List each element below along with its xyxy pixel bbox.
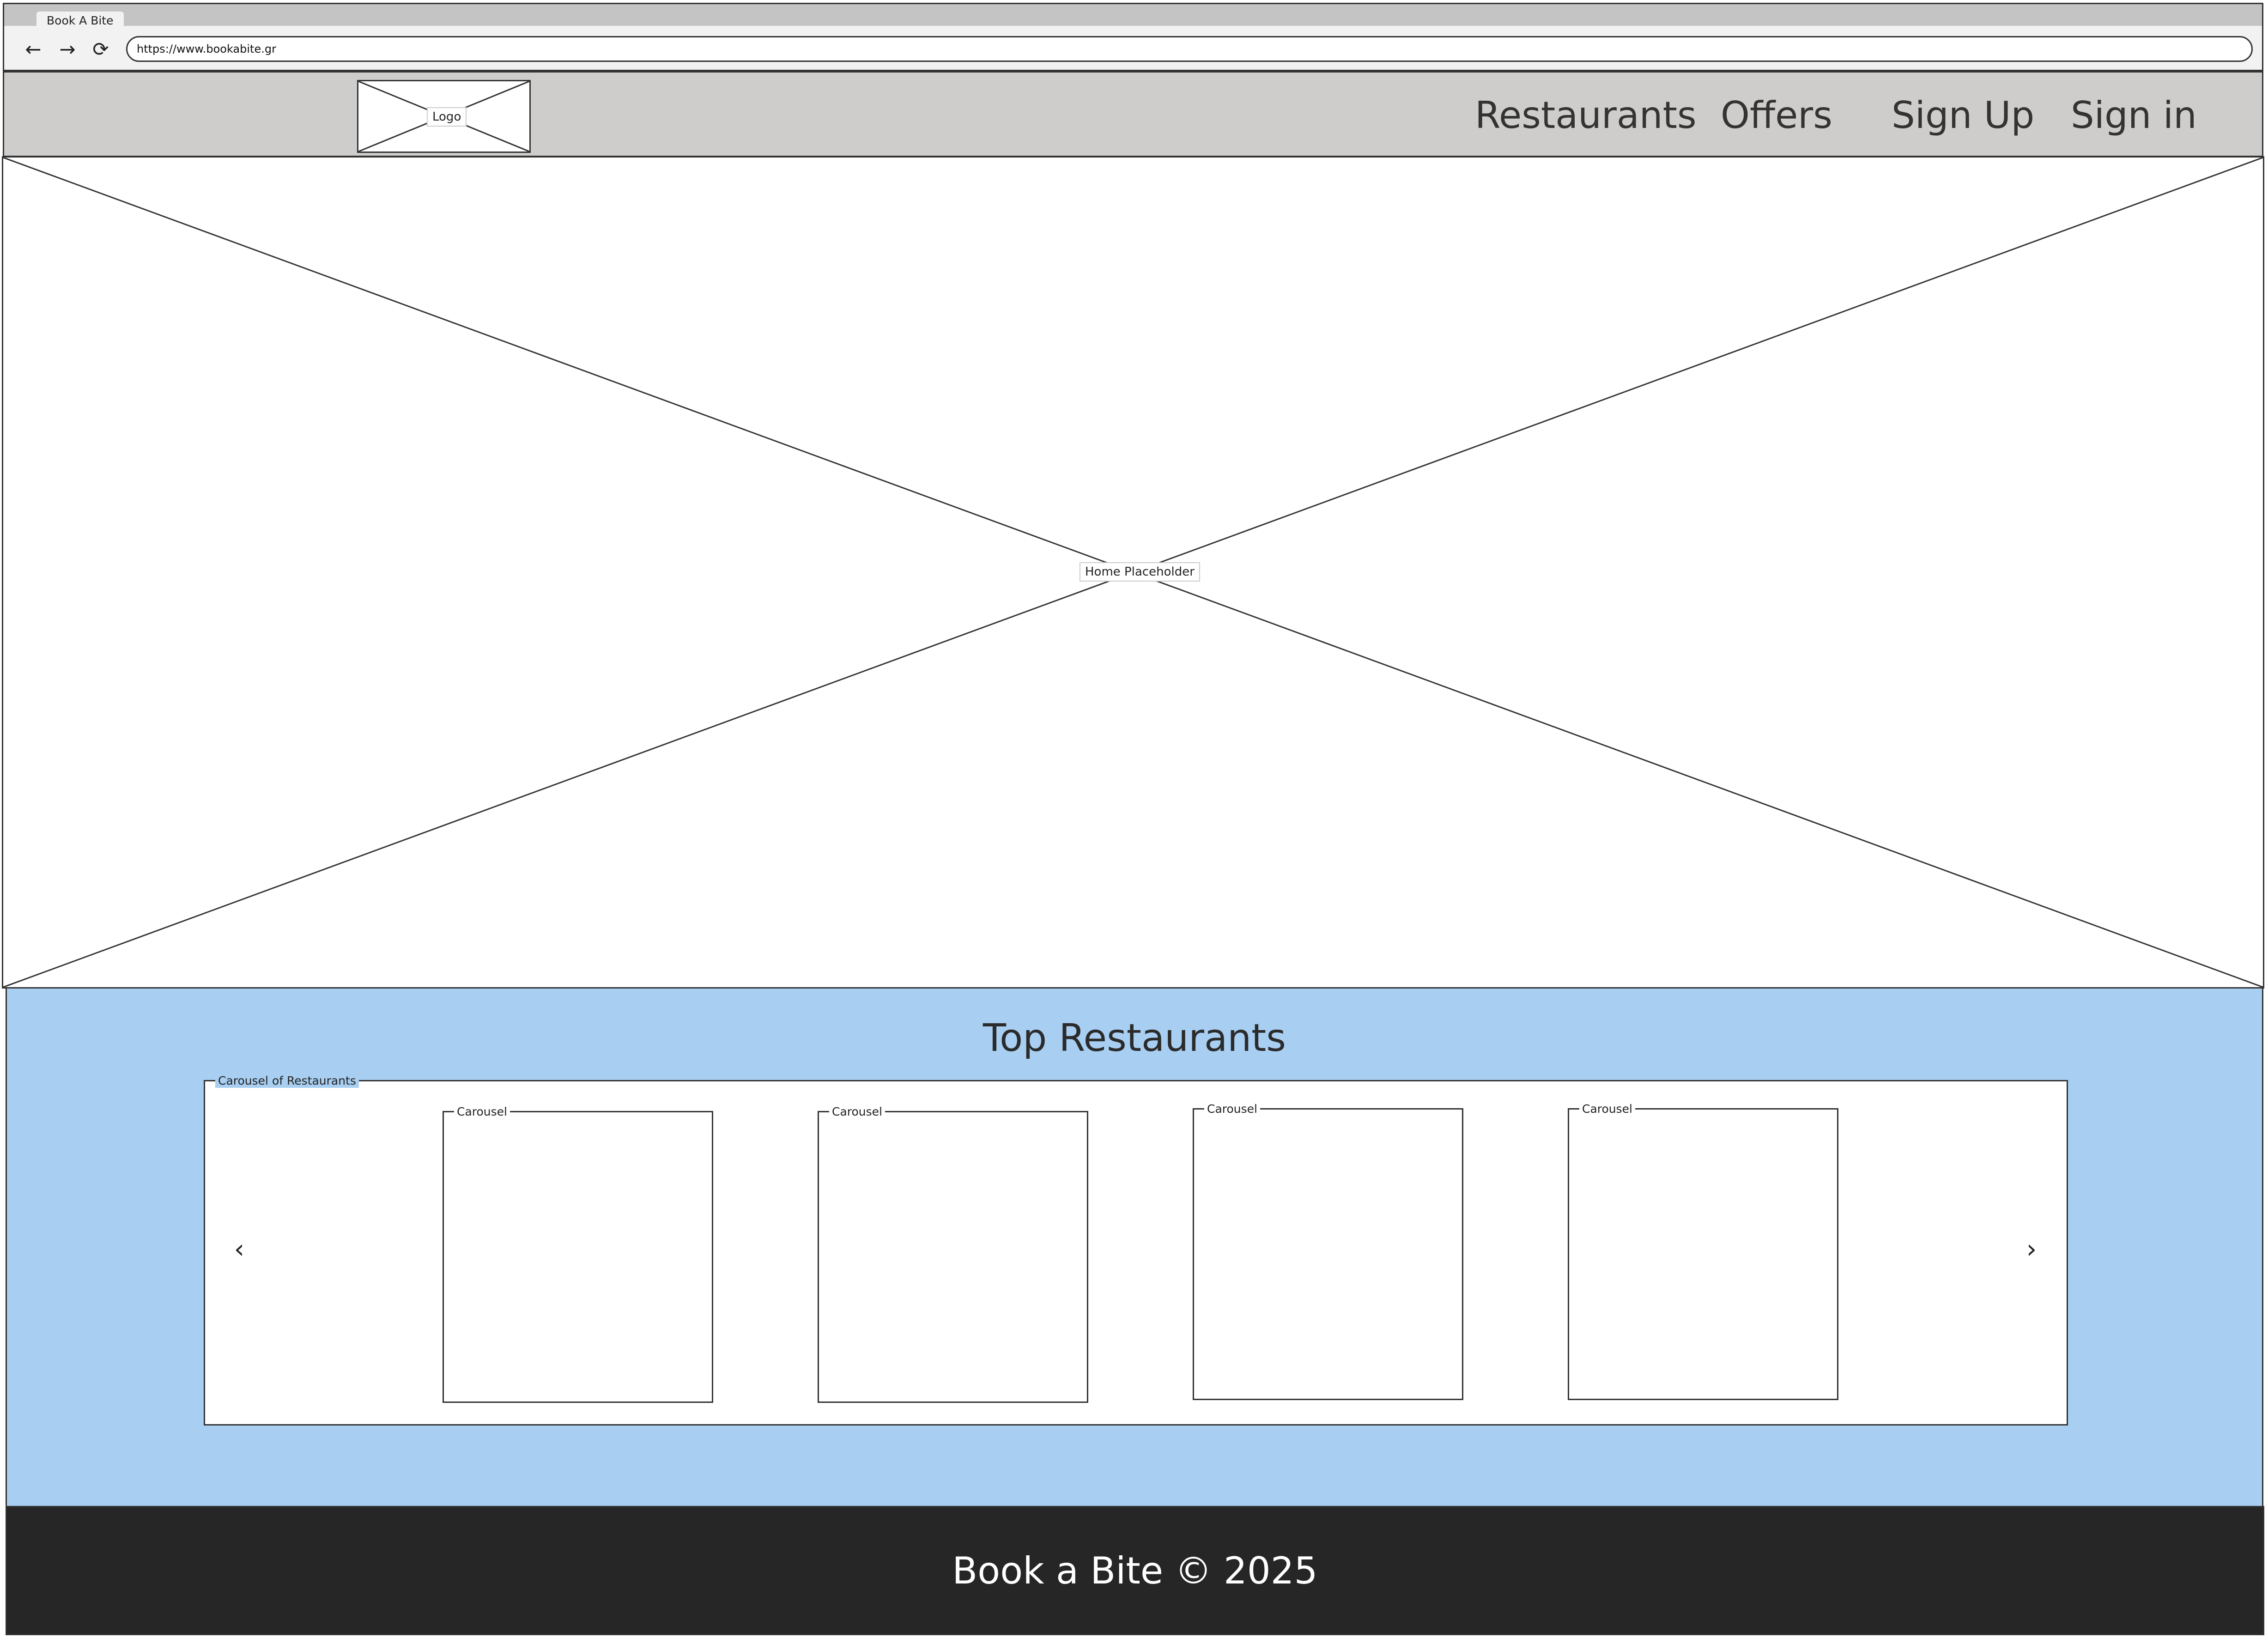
browser-address-bar: ← → ⟳ https://www.bookabite.gr — [3, 26, 2263, 71]
nav-link-restaurants[interactable]: Restaurants — [1475, 95, 1697, 136]
top-restaurants-section: Top Restaurants Carousel of Restaurants … — [6, 989, 2263, 1506]
hero-label: Home Placeholder — [1079, 562, 1200, 582]
carousel-item-label: Carousel — [1579, 1102, 1635, 1116]
carousel-item[interactable]: Carousel — [443, 1105, 713, 1403]
restaurants-carousel: Carousel of Restaurants ‹ Carousel Carou… — [204, 1074, 2068, 1426]
section-title: Top Restaurants — [982, 1016, 1286, 1060]
carousel-item-label: Carousel — [1204, 1102, 1260, 1116]
url-input[interactable]: https://www.bookabite.gr — [126, 36, 2253, 62]
carousel-item-label: Carousel — [454, 1105, 510, 1119]
footer-copyright: Book a Bite © 2025 — [952, 1549, 1318, 1592]
browser-window: Book A Bite ← → ⟳ https://www.bookabite.… — [0, 0, 2268, 1638]
back-arrow-icon[interactable]: ← — [22, 38, 45, 61]
carousel-item-label: Carousel — [829, 1105, 885, 1119]
carousel-prev-icon[interactable]: ‹ — [225, 1236, 253, 1263]
site-footer: Book a Bite © 2025 — [6, 1506, 2264, 1635]
browser-tab-bar: Book A Bite — [3, 3, 2263, 30]
logo-placeholder[interactable]: Logo — [357, 80, 531, 153]
logo-label: Logo — [427, 107, 467, 127]
site-header: Logo Restaurants Offers Sign Up Sign in — [3, 71, 2263, 157]
nav-link-sign-up[interactable]: Sign Up — [1892, 95, 2034, 136]
carousel-container-label: Carousel of Restaurants — [215, 1074, 359, 1088]
nav-link-offers[interactable]: Offers — [1721, 95, 1832, 136]
carousel-next-icon[interactable]: › — [2018, 1236, 2045, 1263]
carousel-item[interactable]: Carousel — [1568, 1102, 1838, 1400]
home-hero-placeholder: Home Placeholder — [2, 156, 2264, 989]
carousel-item[interactable]: Carousel — [1193, 1102, 1463, 1400]
nav-link-sign-in[interactable]: Sign in — [2071, 95, 2197, 136]
carousel-item[interactable]: Carousel — [818, 1105, 1088, 1403]
reload-icon[interactable]: ⟳ — [89, 38, 112, 61]
forward-arrow-icon[interactable]: → — [56, 38, 79, 61]
